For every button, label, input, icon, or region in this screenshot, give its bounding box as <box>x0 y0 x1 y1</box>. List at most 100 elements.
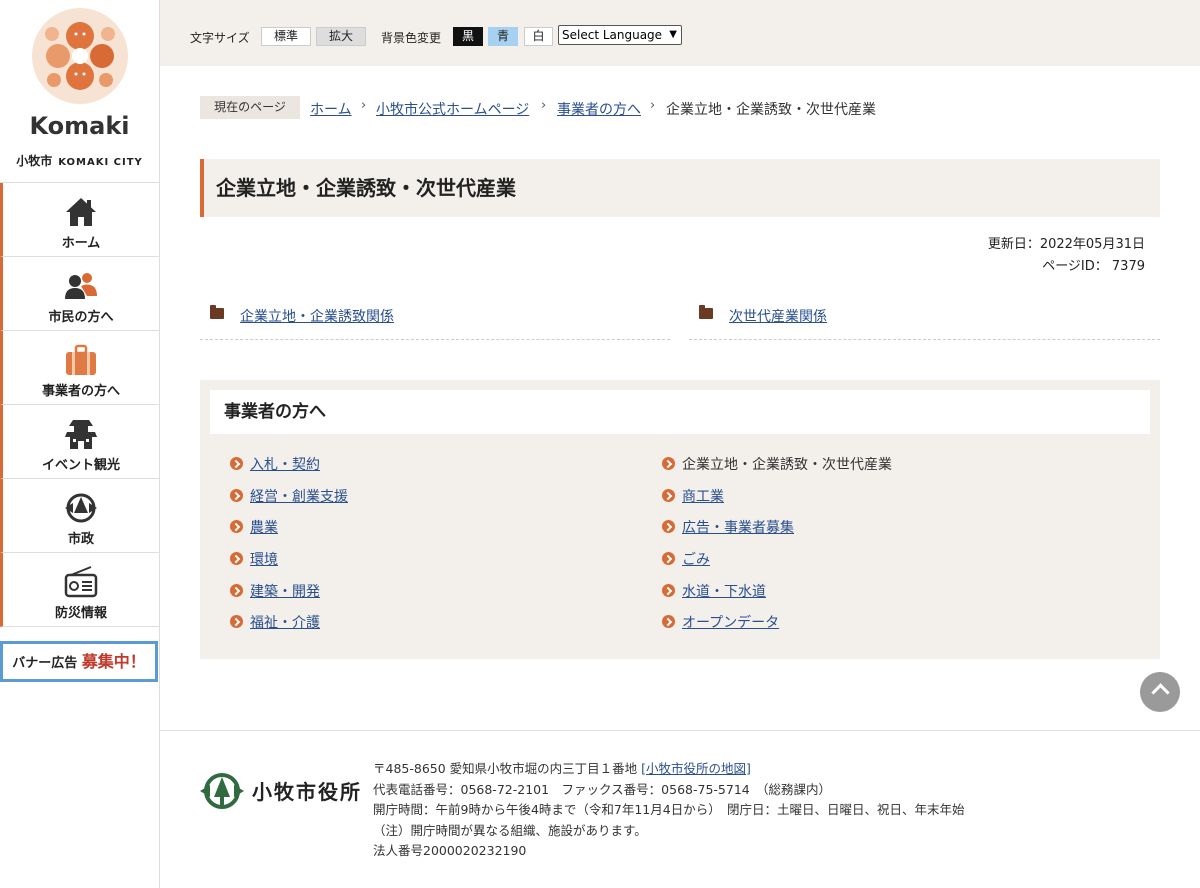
nav-city-admin[interactable]: 市政 <box>0 479 159 553</box>
list-item: 建築・開発 <box>230 581 348 613</box>
language-select[interactable]: Select Language ▼ <box>558 25 682 45</box>
folder-link-item: 企業立地・企業誘致関係 <box>200 304 670 340</box>
category-link[interactable]: 経営・創業支援 <box>250 489 348 505</box>
people-icon <box>63 269 99 303</box>
nav-events[interactable]: イベント観光 <box>0 405 159 479</box>
logo-city-name: 小牧市 KOMAKI CITY <box>0 152 159 169</box>
font-size-label: 文字サイズ <box>190 31 250 45</box>
footer-org-name: 小牧市役所 <box>252 780 362 804</box>
category-link[interactable]: 入札・契約 <box>250 457 320 473</box>
nav-disaster-label: 防災情報 <box>54 606 107 621</box>
list-item: 商工業 <box>662 486 892 518</box>
arrow-circle-icon <box>230 615 243 629</box>
nav-home-label: ホーム <box>61 236 101 251</box>
breadcrumb-current: 企業立地・企業誘致・次世代産業 <box>666 102 876 118</box>
radio-icon <box>63 565 99 599</box>
breadcrumb-home[interactable]: ホーム <box>310 99 352 119</box>
nav-business-label: 事業者の方へ <box>41 384 120 399</box>
folder-link[interactable]: 次世代産業関係 <box>729 306 827 326</box>
banner-prefix: バナー広告 <box>12 656 78 671</box>
logo-illustration <box>30 6 130 106</box>
category-current: 企業立地・企業誘致・次世代産業 <box>682 457 892 473</box>
category-link[interactable]: 水道・下水道 <box>682 584 766 600</box>
category-box: 事業者の方へ 入札・契約 経営・創業支援 農業 環境 建築・開発 福祉・介護 企… <box>200 380 1160 659</box>
list-item: 水道・下水道 <box>662 581 892 613</box>
list-item: 農業 <box>230 517 348 549</box>
footer-hours: 開庁時間：午前9時から午後4時まで（令和7年11月4日から） 閉庁日：土曜日、日… <box>373 802 965 817</box>
chevron-right-icon: › <box>650 98 656 113</box>
category-link[interactable]: 福祉・介護 <box>250 615 320 631</box>
page-id: ページID： 7379 <box>1042 259 1145 274</box>
bg-color-label: 背景色変更 <box>381 31 442 45</box>
chevron-down-icon: ▼ <box>669 29 677 40</box>
arrow-circle-icon <box>662 615 675 629</box>
arrow-circle-icon <box>230 552 243 566</box>
city-emblem-icon <box>63 491 99 525</box>
bg-black-button[interactable]: 黒 <box>453 27 483 46</box>
breadcrumb-label: 現在のページ <box>200 96 300 119</box>
category-link[interactable]: 農業 <box>250 520 278 536</box>
category-link[interactable]: 建築・開発 <box>250 584 320 600</box>
chevron-right-icon: › <box>541 98 547 113</box>
page-meta: 更新日：2022年05月31日 ページID： 7379 <box>988 234 1145 278</box>
language-select-value: Select Language <box>562 28 663 42</box>
accessibility-bar: 文字サイズ 標準 拡大 背景色変更 黒 青 白 Select Language ▼ <box>160 0 1200 66</box>
footer: 小牧市役所 〒485-8650 愛知県小牧市堀の内三丁目１番地 [小牧市役所の地… <box>160 730 1200 888</box>
arrow-circle-icon <box>662 520 675 534</box>
arrow-circle-icon <box>230 457 243 470</box>
arrow-circle-icon <box>230 583 243 597</box>
logo-city-en: KOMAKI CITY <box>58 157 143 168</box>
font-standard-button[interactable]: 標準 <box>261 27 311 46</box>
nav-city-admin-label: 市政 <box>67 532 94 547</box>
list-item: ごみ <box>662 549 892 581</box>
arrow-circle-icon <box>662 488 675 502</box>
arrow-circle-icon <box>230 488 243 502</box>
bg-blue-button[interactable]: 青 <box>488 27 518 46</box>
sidebar: Komaki 小牧市 KOMAKI CITY ホーム 市民の方へ 事業者の方へ イ… <box>0 0 160 888</box>
folder-link[interactable]: 企業立地・企業誘致関係 <box>240 306 394 326</box>
footer-corp-number: 法人番号2000020232190 <box>373 843 527 858</box>
footer-address: 〒485-8650 愛知県小牧市堀の内三丁目１番地 <box>373 761 638 776</box>
category-list-right: 企業立地・企業誘致・次世代産業 商工業 広告・事業者募集 ごみ 水道・下水道 オ… <box>662 454 892 644</box>
arrow-circle-icon <box>662 583 675 597</box>
folder-icon <box>699 305 713 319</box>
banner-highlight: 募集中！ <box>81 652 146 671</box>
logo-city-ja: 小牧市 <box>16 154 53 168</box>
footer-note: （注）開庁時間が異なる組織、施設があります。 <box>373 822 647 838</box>
footer-phone: 代表電話番号：0568-72-2101 ファックス番号：0568-75-5714… <box>373 781 831 797</box>
footer-map-link[interactable]: [小牧市役所の地図] <box>641 761 751 776</box>
scroll-to-top-button[interactable] <box>1140 672 1180 712</box>
list-item: オープンデータ <box>662 612 892 644</box>
banner-ad[interactable]: バナー広告 募集中！ <box>0 641 158 682</box>
site-logo[interactable]: Komaki 小牧市 KOMAKI CITY <box>0 0 159 183</box>
category-link[interactable]: 環境 <box>250 552 278 568</box>
arrow-circle-icon <box>662 457 675 470</box>
category-link[interactable]: ごみ <box>682 552 710 568</box>
category-link[interactable]: オープンデータ <box>682 615 779 631</box>
logo-wordmark: Komaki <box>29 112 130 140</box>
page-title: 企業立地・企業誘致・次世代産業 <box>200 159 1160 217</box>
category-link[interactable]: 商工業 <box>682 489 724 505</box>
list-item: 経営・創業支援 <box>230 486 348 518</box>
list-item: 企業立地・企業誘致・次世代産業 <box>662 454 892 486</box>
category-box-heading: 事業者の方へ <box>210 390 1150 434</box>
chevron-right-icon: › <box>361 98 367 113</box>
footer-contact-info: 〒485-8650 愛知県小牧市堀の内三丁目１番地 [小牧市役所の地図] 代表電… <box>373 759 964 862</box>
city-emblem-icon <box>198 771 246 811</box>
bg-white-button[interactable]: 白 <box>524 27 553 46</box>
breadcrumb-business[interactable]: 事業者の方へ <box>557 99 641 119</box>
nav-home[interactable]: ホーム <box>0 183 159 257</box>
folder-icon <box>210 305 224 319</box>
nav-disaster[interactable]: 防災情報 <box>0 553 159 627</box>
list-item: 環境 <box>230 549 348 581</box>
nav-events-label: イベント観光 <box>41 458 120 473</box>
font-large-button[interactable]: 拡大 <box>316 27 366 46</box>
list-item: 福祉・介護 <box>230 612 348 644</box>
nav-business[interactable]: 事業者の方へ <box>0 331 159 405</box>
home-icon <box>63 195 99 229</box>
category-link[interactable]: 広告・事業者募集 <box>682 520 794 536</box>
briefcase-icon <box>63 343 99 377</box>
nav-citizens[interactable]: 市民の方へ <box>0 257 159 331</box>
list-item: 広告・事業者募集 <box>662 517 892 549</box>
breadcrumb-official-site[interactable]: 小牧市公式ホームページ <box>376 99 529 119</box>
